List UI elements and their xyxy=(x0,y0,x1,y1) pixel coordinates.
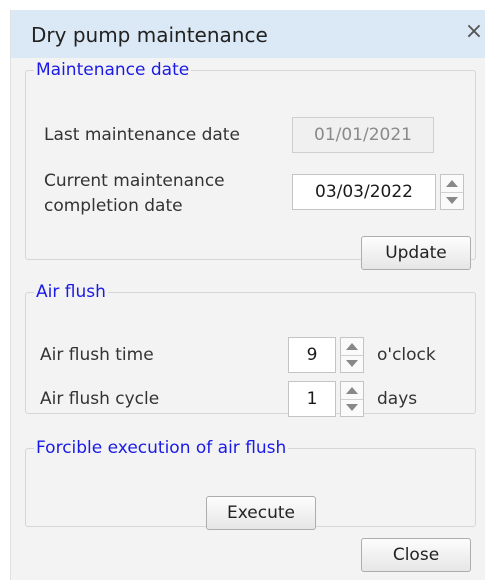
close-icon[interactable]: × xyxy=(463,18,485,46)
current-maintenance-date-spinner[interactable] xyxy=(440,174,464,210)
close-button[interactable]: Close xyxy=(361,538,471,572)
air-flush-time-input[interactable]: 9 xyxy=(288,337,336,373)
current-maintenance-label-line2: completion date xyxy=(44,196,183,216)
last-maintenance-date-field: 01/01/2021 xyxy=(292,117,434,153)
air-flush-cycle-unit: days xyxy=(377,389,418,409)
last-maintenance-date-label: Last maintenance date xyxy=(44,125,240,145)
air-flush-group: Air flush Air flush time 9 o'clock Air f… xyxy=(25,282,476,417)
dry-pump-maintenance-dialog: Dry pump maintenance × Maintenance date … xyxy=(10,10,485,580)
air-flush-cycle-spinner[interactable] xyxy=(340,381,364,417)
air-flush-time-spinner[interactable] xyxy=(340,337,364,373)
maintenance-date-legend: Maintenance date xyxy=(36,60,190,80)
spinner-up-icon[interactable] xyxy=(341,338,363,356)
air-flush-time-label: Air flush time xyxy=(40,345,154,365)
maintenance-date-group: Maintenance date Last maintenance date 0… xyxy=(25,60,476,270)
air-flush-time-unit: o'clock xyxy=(377,345,436,365)
update-button[interactable]: Update xyxy=(361,236,471,270)
air-flush-legend: Air flush xyxy=(36,282,106,302)
spinner-up-icon[interactable] xyxy=(441,175,463,193)
air-flush-cycle-label: Air flush cycle xyxy=(40,389,160,409)
forcible-execution-group: Forcible execution of air flush Execute xyxy=(25,438,476,530)
title-bar: Dry pump maintenance × xyxy=(11,10,485,58)
current-maintenance-label-line1: Current maintenance xyxy=(44,171,225,191)
air-flush-cycle-input[interactable]: 1 xyxy=(288,381,336,417)
forcible-execution-legend: Forcible execution of air flush xyxy=(36,438,287,458)
current-maintenance-date-input[interactable]: 03/03/2022 xyxy=(292,174,436,210)
spinner-down-icon[interactable] xyxy=(341,399,363,416)
spinner-down-icon[interactable] xyxy=(441,192,463,209)
spinner-up-icon[interactable] xyxy=(341,382,363,400)
execute-button[interactable]: Execute xyxy=(206,496,316,530)
spinner-down-icon[interactable] xyxy=(341,355,363,372)
dialog-title: Dry pump maintenance xyxy=(31,23,268,47)
